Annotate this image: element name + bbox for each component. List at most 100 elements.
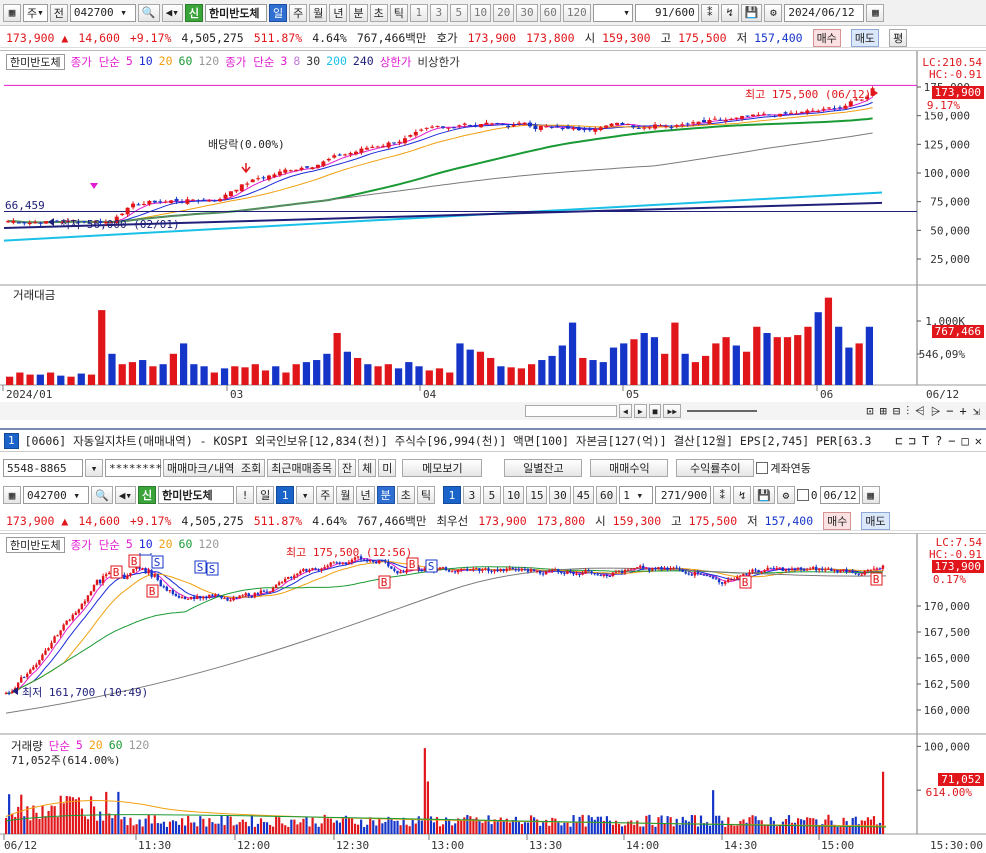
minute-45[interactable]: 45 (572, 486, 594, 504)
window-index[interactable]: 1 (4, 432, 19, 449)
interval-20[interactable]: 20 (493, 3, 515, 22)
font-icon[interactable]: T (922, 435, 929, 447)
trade-profit-button[interactable]: 매매수익 (590, 459, 669, 477)
date-input-2[interactable]: 06/12 (819, 486, 860, 504)
prev-button[interactable]: 전 (49, 3, 68, 22)
crosshair-icon[interactable]: ⁑ (700, 3, 719, 22)
interval-1[interactable]: 1 (409, 3, 428, 22)
scale-icon[interactable]: ⇲ (973, 405, 980, 417)
interval-5[interactable]: 5 (449, 3, 468, 22)
buy-button[interactable]: 매수 (812, 28, 841, 47)
account-input[interactable]: 5548-8865 (3, 459, 83, 477)
indicator-icon[interactable]: ⩤ (915, 405, 925, 417)
period-select[interactable]: 1 (276, 486, 295, 504)
period-type-select[interactable]: 주 ▾ (23, 3, 48, 22)
stock-code-input-2[interactable]: 042700 ▾ (23, 486, 89, 504)
legend-stock-name-2[interactable]: 한미반도체 (6, 537, 65, 553)
alert-button[interactable]: ! (236, 486, 255, 504)
period-tick-button-2[interactable]: 틱 (416, 486, 435, 504)
link-icon[interactable]: ⊏ (895, 435, 902, 447)
password-input[interactable]: ******** (105, 459, 162, 477)
account-link-checkbox[interactable] (756, 462, 769, 474)
legend-stock-name[interactable]: 한미반도체 (6, 54, 65, 70)
interval-120[interactable]: 120 (562, 3, 591, 22)
period-week-button-2[interactable]: 주 (316, 486, 335, 504)
date-input[interactable]: 2024/06/12 (784, 3, 865, 22)
zoom-out-icon[interactable]: − (946, 405, 953, 417)
top-price-chart[interactable]: 175,000150,000125,000100,00075,00050,000… (0, 51, 986, 423)
minute-5[interactable]: 5 (482, 486, 501, 504)
stock-code-input[interactable]: 042700 ▾ (69, 3, 136, 22)
scroll-right-button[interactable]: ▶ (633, 404, 647, 418)
period-year-button-2[interactable]: 년 (356, 486, 375, 504)
minute-3[interactable]: 3 (462, 486, 481, 504)
zoom-slider[interactable] (687, 410, 758, 412)
interval-60[interactable]: 60 (539, 3, 561, 22)
tool-icon[interactable]: ↯ (720, 3, 739, 22)
minute-select[interactable]: 1 ▾ (619, 486, 654, 504)
trade-mark-button[interactable]: 매매마크/내역 조회 (163, 459, 266, 477)
speaker-icon-2[interactable]: ◀▾ (114, 486, 136, 504)
search-icon[interactable]: 🔍 (137, 3, 160, 22)
account-dropdown[interactable]: ▾ (85, 459, 103, 477)
zoom-fit-icon[interactable]: ⊡ (866, 405, 873, 417)
period-week-button[interactable]: 주 (289, 3, 308, 22)
interval-30[interactable]: 30 (516, 3, 538, 22)
bottom-minute-chart[interactable]: 170,000 167,500 165,000 162,500 160,000 06/12… (0, 534, 986, 853)
calendar-icon-2[interactable]: ▦ (861, 486, 880, 504)
count-input[interactable]: 91/600 (634, 3, 699, 22)
stop-button[interactable]: ■ (648, 404, 662, 418)
panel-icon[interactable]: ▦ (3, 3, 21, 22)
interval-3[interactable]: 3 (429, 3, 448, 22)
layout-icon[interactable]: ⊟ (893, 405, 900, 417)
sell-button-2[interactable]: 매도 (861, 511, 890, 530)
pin-icon[interactable]: ⊐ (909, 435, 916, 447)
zoom-in-icon[interactable]: + (960, 405, 967, 417)
daily-balance-button[interactable]: 일별잔고 (504, 459, 583, 477)
crosshair-icon-2[interactable]: ⁑ (713, 486, 732, 504)
period-second-button-2[interactable]: 초 (396, 486, 415, 504)
save-icon[interactable]: 💾 (740, 3, 763, 22)
maximize-icon[interactable]: □ (962, 435, 969, 447)
avg-button[interactable]: 평 (889, 28, 908, 47)
chart-type-icon[interactable]: ⫶ (906, 405, 909, 417)
period-minute-button-2[interactable]: 분 (376, 486, 395, 504)
minute-15[interactable]: 15 (526, 486, 548, 504)
scroll-left-button[interactable]: ◀ (619, 404, 632, 418)
unfilled-button[interactable]: 미 (378, 459, 397, 477)
tool-icon-2[interactable]: ⩥ (931, 405, 941, 417)
count-input-2[interactable]: 271/900 (655, 486, 712, 504)
help-icon[interactable]: ? (935, 435, 942, 447)
period-dropdown[interactable]: ▾ (296, 486, 315, 504)
period-day-button[interactable]: 일 (268, 3, 288, 22)
panel-icon-2[interactable]: ▦ (3, 486, 21, 504)
period-year-button[interactable]: 년 (329, 3, 348, 22)
top-scrollbar[interactable] (525, 405, 617, 417)
minute-1[interactable]: 1 (442, 486, 461, 504)
sell-button[interactable]: 매도 (850, 28, 880, 47)
minute-30[interactable]: 30 (549, 486, 571, 504)
play-button[interactable]: ▶▶ (663, 404, 682, 418)
search-icon-2[interactable]: 🔍 (91, 486, 113, 504)
zoom-icon[interactable]: ⊞ (880, 405, 887, 417)
minute-10[interactable]: 10 (502, 486, 525, 504)
period-month-button-2[interactable]: 월 (336, 486, 355, 504)
period-tick-button[interactable]: 틱 (389, 3, 408, 22)
recent-trades-button[interactable]: 최근매매종목 (267, 459, 336, 477)
save-icon-2[interactable]: 💾 (753, 486, 775, 504)
speaker-icon[interactable]: ◀▾ (161, 3, 183, 22)
close-icon[interactable]: ✕ (975, 435, 982, 447)
tool-icon-3[interactable]: ↯ (733, 486, 752, 504)
period-minute-button[interactable]: 분 (349, 3, 368, 22)
buy-button-2[interactable]: 매수 (823, 511, 852, 530)
gear-icon-2[interactable]: ⚙ (776, 486, 795, 504)
balance-button[interactable]: 잔 (337, 459, 357, 477)
filled-button[interactable]: 체 (358, 459, 377, 477)
gear-icon[interactable]: ⚙ (764, 3, 783, 22)
calendar-icon[interactable]: ▦ (866, 3, 885, 22)
period-month-button[interactable]: 월 (309, 3, 328, 22)
interval-select[interactable]: ▾ (592, 3, 633, 22)
minimize-icon[interactable]: − (948, 435, 955, 447)
minute-60[interactable]: 60 (595, 486, 618, 504)
date-checkbox[interactable] (796, 489, 809, 501)
